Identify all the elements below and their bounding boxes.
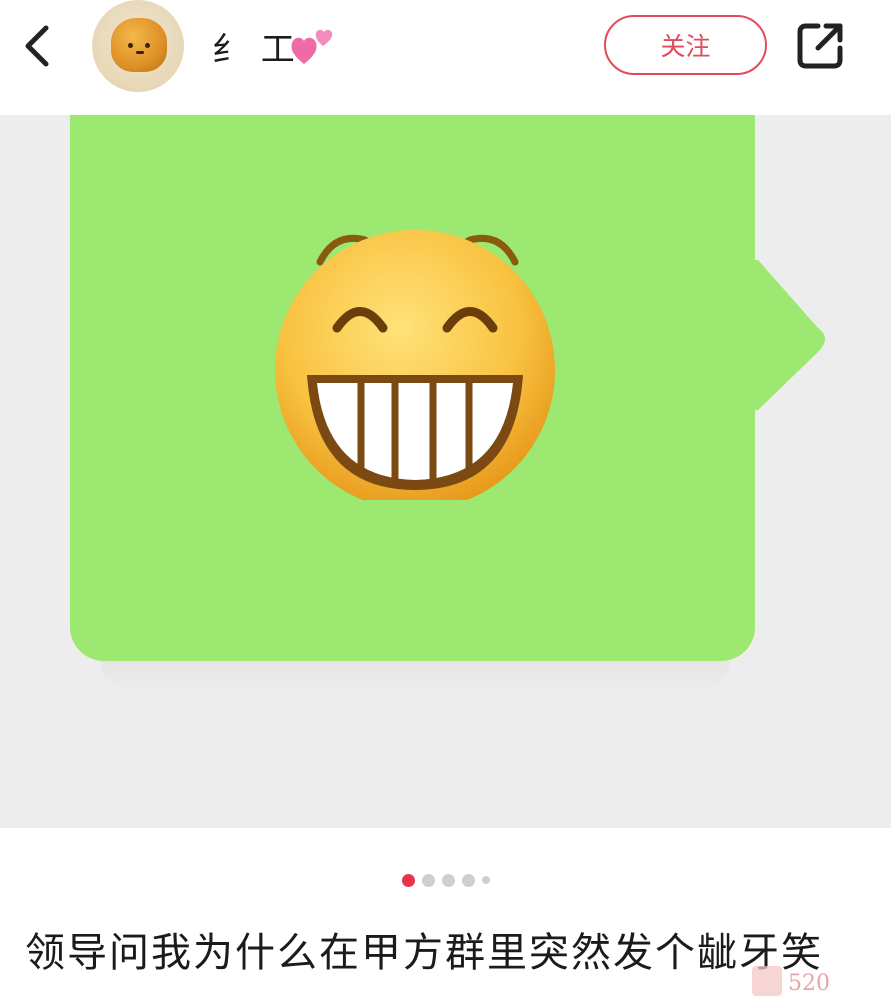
pager-dot-active[interactable] (401, 873, 415, 887)
share-external-icon (797, 23, 843, 69)
bubble-shadow (100, 661, 730, 691)
username[interactable]: 纟 工 (212, 22, 297, 71)
back-button[interactable] (14, 18, 64, 73)
avatar-bun-image (111, 18, 167, 72)
post-image[interactable] (0, 115, 891, 828)
pager-dot[interactable] (461, 873, 475, 887)
two-hearts-icon (291, 29, 333, 64)
chat-bubble-tail (748, 260, 825, 410)
pager-dot[interactable] (441, 873, 455, 887)
site-watermark-logo: 520 (752, 966, 830, 996)
avatar[interactable] (92, 0, 184, 92)
chevron-left-icon (25, 25, 49, 67)
grinning-face-emoji (275, 230, 555, 500)
share-button[interactable] (796, 20, 848, 70)
avatar-eye-right (145, 43, 150, 48)
top-bar: 纟 工 关注 (0, 0, 891, 115)
follow-button[interactable]: 关注 (604, 15, 767, 75)
avatar-eye-left (128, 43, 133, 48)
avatar-mouth (136, 51, 144, 54)
pager-dot[interactable] (481, 876, 490, 884)
pager-dot[interactable] (421, 873, 435, 887)
image-pager (0, 868, 891, 892)
svg-text:520: 520 (788, 971, 830, 996)
post-caption: 领导问我为什么在甲方群里突然发个龇牙笑 (25, 930, 823, 976)
